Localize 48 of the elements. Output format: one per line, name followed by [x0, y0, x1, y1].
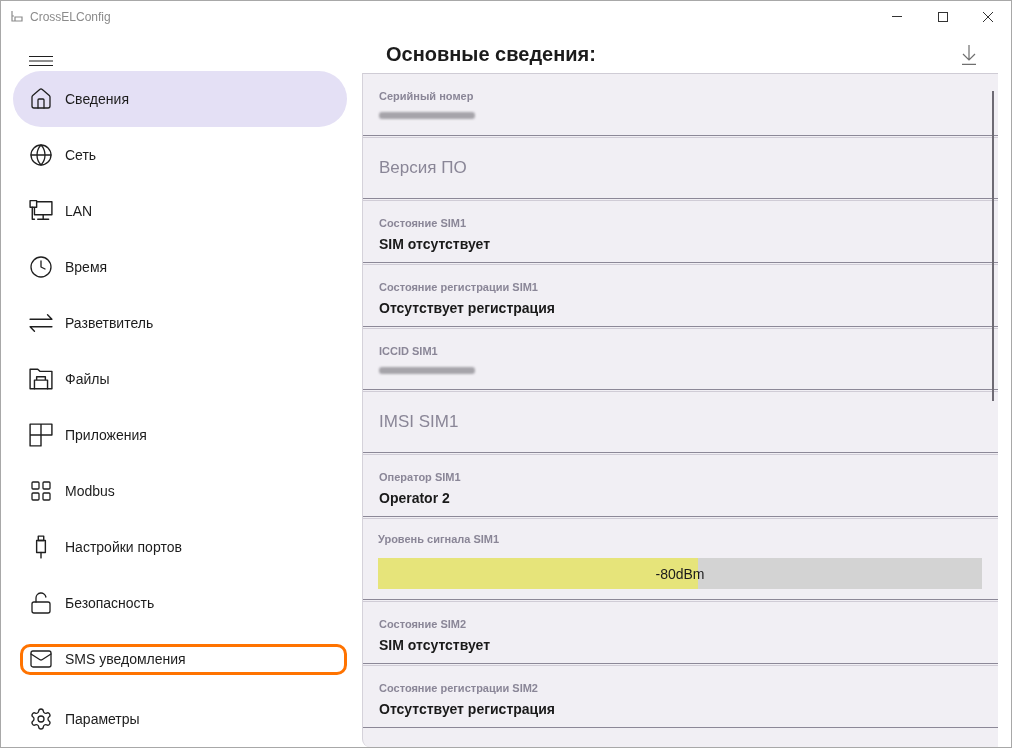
nav-item[interactable]: Файлы	[13, 351, 347, 407]
field-value: SIM отсутствует	[379, 235, 492, 254]
monitor-icon	[29, 199, 53, 223]
squares-icon	[29, 423, 53, 447]
field-label: Состояние регистрации SIM2	[379, 681, 539, 695]
nav-item[interactable]: Разветвитель	[13, 295, 347, 351]
globe-icon	[29, 143, 53, 167]
minimize-icon[interactable]	[892, 16, 903, 17]
field-value: SIM отсутствует	[379, 636, 492, 655]
nav-item[interactable]: Безопасность	[13, 575, 347, 631]
scrollbar-thumb[interactable]	[992, 91, 994, 401]
clock-icon	[29, 255, 53, 279]
field-label: Состояние SIM1	[379, 216, 468, 230]
field-value: Отсутствует регистрация	[379, 299, 556, 318]
nav-item[interactable]: SMS уведомления	[13, 631, 347, 687]
close-icon[interactable]	[983, 11, 994, 22]
empty-field-label: Версия ПО	[379, 158, 467, 178]
folder-icon	[29, 367, 53, 391]
field-value: Operator 2	[379, 489, 451, 508]
field-value: Отсутствует регистрация	[379, 700, 556, 719]
maximize-icon[interactable]	[937, 11, 948, 22]
field-label: Серийный номер	[379, 89, 475, 103]
field-label: Уровень сигнала SIM1	[378, 532, 501, 546]
nav-item[interactable]: Параметры	[13, 691, 347, 747]
signal-reading: -80dBm	[655, 565, 705, 582]
envelope-icon	[29, 647, 53, 671]
field-label: ICCID SIM1	[379, 344, 439, 358]
grid-icon	[29, 479, 53, 503]
window-title: CrossELConfig	[30, 9, 111, 24]
field-label: Оператор SIM1	[379, 470, 462, 484]
field-label: Состояние регистрации SIM1	[379, 280, 539, 294]
settings-icon	[29, 707, 53, 731]
app-icon	[11, 11, 23, 22]
unlocked-padlock-icon	[29, 591, 53, 615]
nav-item[interactable]: Modbus	[13, 463, 347, 519]
menu-icon[interactable]	[29, 56, 53, 66]
nav-item[interactable]: Настройки портов	[13, 519, 347, 575]
nav-item[interactable]: Сеть	[13, 127, 347, 183]
empty-field-label: IMSI SIM1	[379, 412, 459, 432]
nav-item[interactable]: Сведения	[13, 71, 347, 127]
page-title: Основные сведения:	[386, 43, 596, 66]
download-icon[interactable]	[962, 44, 976, 65]
nav-item[interactable]: Приложения	[13, 407, 347, 463]
home-icon	[29, 87, 53, 111]
field-label: Состояние SIM2	[379, 617, 468, 631]
nav-item[interactable]: Время	[13, 239, 347, 295]
swap-arrows-icon	[29, 311, 53, 335]
nav-item[interactable]: LAN	[13, 183, 347, 239]
